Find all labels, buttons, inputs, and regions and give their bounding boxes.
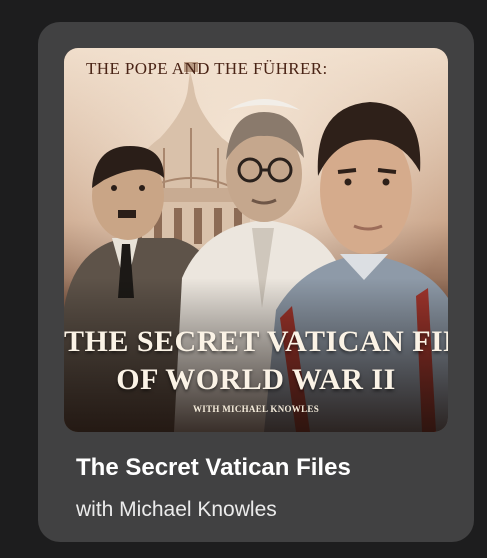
podcast-card[interactable]: The Pope and the Führer: The Secret Vati…: [38, 22, 474, 542]
cover-title-line1: The Secret Vatican Files: [64, 325, 448, 358]
podcast-subtitle: with Michael Knowles: [76, 498, 277, 521]
cover-title-line2: of World War II: [116, 363, 396, 396]
cover-top-text: The Pope and the Führer:: [86, 59, 328, 78]
cover-host-text: With Michael Knowles: [192, 404, 320, 414]
podcast-cover-art[interactable]: The Pope and the Führer: The Secret Vati…: [64, 48, 448, 432]
podcast-title[interactable]: The Secret Vatican Files: [76, 454, 351, 482]
